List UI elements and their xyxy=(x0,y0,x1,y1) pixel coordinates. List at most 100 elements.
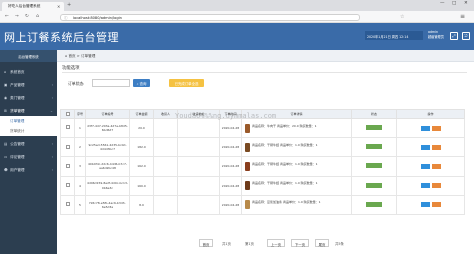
delete-button[interactable] xyxy=(431,163,441,169)
chevron-icon: ‹ xyxy=(51,82,53,87)
column-header: 收货人 xyxy=(153,109,178,119)
select-all-checkbox[interactable] xyxy=(65,111,70,116)
row-checkbox[interactable] xyxy=(65,202,70,207)
close-window-icon[interactable]: ✕ xyxy=(464,1,468,6)
section-title: 功能选项 xyxy=(62,66,80,71)
address xyxy=(177,156,220,177)
back-icon[interactable]: ← xyxy=(5,14,9,19)
main-content: ⌂ 首页 > 订单管理 功能选项 订单状态: ⌕ 查询 已完成订单全选 序号 订… xyxy=(57,50,474,254)
select-completed-button[interactable]: 已完成订单全选 xyxy=(169,79,204,87)
row-select xyxy=(60,117,75,139)
row-index: 3 xyxy=(74,156,86,177)
sidebar-item-users[interactable]: ☻ 用户管理 ‹ xyxy=(0,164,57,175)
order-number: 4d96d159-8e2f-4d0c-bc13-0b6e3c xyxy=(85,175,130,196)
delete-button[interactable] xyxy=(431,144,441,150)
order-status-select[interactable] xyxy=(92,79,130,87)
tab-close-icon[interactable]: ✕ xyxy=(57,4,60,9)
comment-icon: ▭ xyxy=(4,154,8,159)
operations-cell xyxy=(396,175,465,196)
edit-button[interactable] xyxy=(420,144,430,150)
address xyxy=(177,137,220,158)
breadcrumb-home[interactable]: 首页 xyxy=(68,54,75,58)
app-header: 网上订餐系统后台管理 2020年1月21日 周四 12:14 admin 超级管… xyxy=(0,23,474,50)
pager-prev[interactable]: 上一页 xyxy=(267,239,285,247)
receiver xyxy=(153,137,178,158)
delete-button[interactable] xyxy=(431,183,441,189)
column-header: 订单编号 xyxy=(85,109,130,119)
order-time: 2020-04-28 xyxy=(219,117,242,139)
sidebar-item-notices[interactable]: ▤ 公告管理 ‹ xyxy=(0,138,57,149)
search-button[interactable]: ⌕ 查询 xyxy=(133,79,150,87)
status-cell xyxy=(351,194,397,215)
order-details: 商品名称：牛肉干 商品单价：20.0 购买数量：1 xyxy=(241,117,352,139)
edit-button[interactable] xyxy=(420,183,430,189)
row-checkbox[interactable] xyxy=(65,183,70,188)
info-icon: ⓘ xyxy=(64,15,68,20)
user-info[interactable]: admin 超级管理员 xyxy=(428,30,444,40)
chevron-icon: ‹ xyxy=(51,95,53,100)
forward-icon[interactable]: → xyxy=(15,14,19,19)
row-checkbox[interactable] xyxy=(65,144,70,149)
row-checkbox[interactable] xyxy=(65,125,70,130)
sidebar-item-orders[interactable]: ⊞ 货单管理 ⌄ xyxy=(0,105,57,116)
sidebar-subitem-order-manage[interactable]: 订单管理 xyxy=(0,116,57,126)
operations-cell xyxy=(396,194,465,215)
order-details-text: 商品名称：干锅牛蛙 商品单价：1.0 购买数量：1 xyxy=(252,181,318,186)
watermark: Youdao%%%ng.uymmalas.com xyxy=(175,112,277,120)
pager-next[interactable]: 下一页 xyxy=(291,239,309,247)
chevron-icon: ‹ xyxy=(51,154,53,159)
browser-tab[interactable]: 好吃人后台管理系统 ✕ xyxy=(2,2,64,11)
status-cell xyxy=(351,175,397,196)
row-select xyxy=(60,175,75,196)
sidebar-item-comments[interactable]: ▭ 评论管理 ‹ xyxy=(0,151,57,162)
order-details: 商品名称：干锅牛蛙 商品单价：1.0 购买数量：1 xyxy=(241,175,352,196)
reload-icon[interactable]: ↻ xyxy=(25,14,29,19)
home-browser-icon[interactable]: ⌂ xyxy=(36,14,39,19)
logout-icon[interactable]: ⎋ xyxy=(462,32,470,40)
fullscreen-icon[interactable]: ⤢ xyxy=(450,32,458,40)
sidebar-subitem-order-stats[interactable]: 货单统计 xyxy=(0,126,57,136)
breadcrumb-home-icon: ⌂ xyxy=(65,54,68,58)
sidebar-item-label: 系统首页 xyxy=(10,69,25,74)
column-header: 状态 xyxy=(351,109,397,119)
sidebar-title: 后台管理系统 xyxy=(0,50,57,62)
order-time: 2020-04-28 xyxy=(219,175,242,196)
browser-menu-icon[interactable]: ≡ xyxy=(460,13,465,20)
edit-button[interactable] xyxy=(420,125,430,131)
chevron-icon: ‹ xyxy=(51,141,53,146)
receiver xyxy=(153,194,178,215)
sidebar-item-label: 货单管理 xyxy=(10,108,25,113)
delete-button[interactable] xyxy=(431,202,441,208)
order-number: 40b4fdc-d2c6-4dd6-b7c7-aa6d2bc48 xyxy=(85,156,130,177)
edit-button[interactable] xyxy=(420,202,430,208)
order-details-text: 商品名称：干锅牛蛙 商品单价：1.0 购买数量：1 xyxy=(252,142,318,147)
column-header: 订单金额 xyxy=(129,109,154,119)
pager-first[interactable]: 首页 xyxy=(199,239,213,247)
address-text: localhost:8080/admin/login xyxy=(73,15,122,20)
eye-icon: ◉ xyxy=(4,95,8,100)
bookmark-star-icon[interactable]: ☆ xyxy=(400,14,404,20)
sidebar-item-categories[interactable]: ◉ 类门管理 ‹ xyxy=(0,92,57,103)
table-row: 4 4d96d159-8e2f-4d0c-bc13-0b6e3c 160.0 2020… xyxy=(60,175,465,196)
sidebar-item-products[interactable]: ▣ 产品管理 ‹ xyxy=(0,79,57,90)
edit-button[interactable] xyxy=(420,163,430,169)
column-header: 操作 xyxy=(396,109,465,119)
box-icon: ▣ xyxy=(4,82,8,87)
order-details-text: 商品名称：牛肉干 商品单价：20.0 购买数量：1 xyxy=(252,123,317,128)
browser-tab-title: 好吃人后台管理系统 xyxy=(8,4,41,8)
sidebar-item-label: 评论管理 xyxy=(10,154,25,159)
product-thumbnail xyxy=(245,123,250,133)
home-icon: ⌂ xyxy=(4,69,7,74)
sidebar-item-home[interactable]: ⌂ 系统首页 xyxy=(0,66,57,77)
row-select xyxy=(60,137,75,158)
pager-last[interactable]: 尾页 xyxy=(315,239,329,247)
address-bar[interactable]: ⓘ localhost:8080/admin/login xyxy=(60,13,360,21)
new-tab-icon[interactable]: + xyxy=(67,2,71,8)
row-checkbox[interactable] xyxy=(65,163,70,168)
maximize-icon[interactable]: □ xyxy=(452,1,456,6)
browser-tab-bar: 好吃人后台管理系统 ✕ + — □ ✕ xyxy=(0,0,474,11)
receiver xyxy=(153,156,178,177)
delete-button[interactable] xyxy=(431,125,441,131)
minimize-icon[interactable]: — xyxy=(440,1,445,6)
operations-cell xyxy=(396,156,465,177)
